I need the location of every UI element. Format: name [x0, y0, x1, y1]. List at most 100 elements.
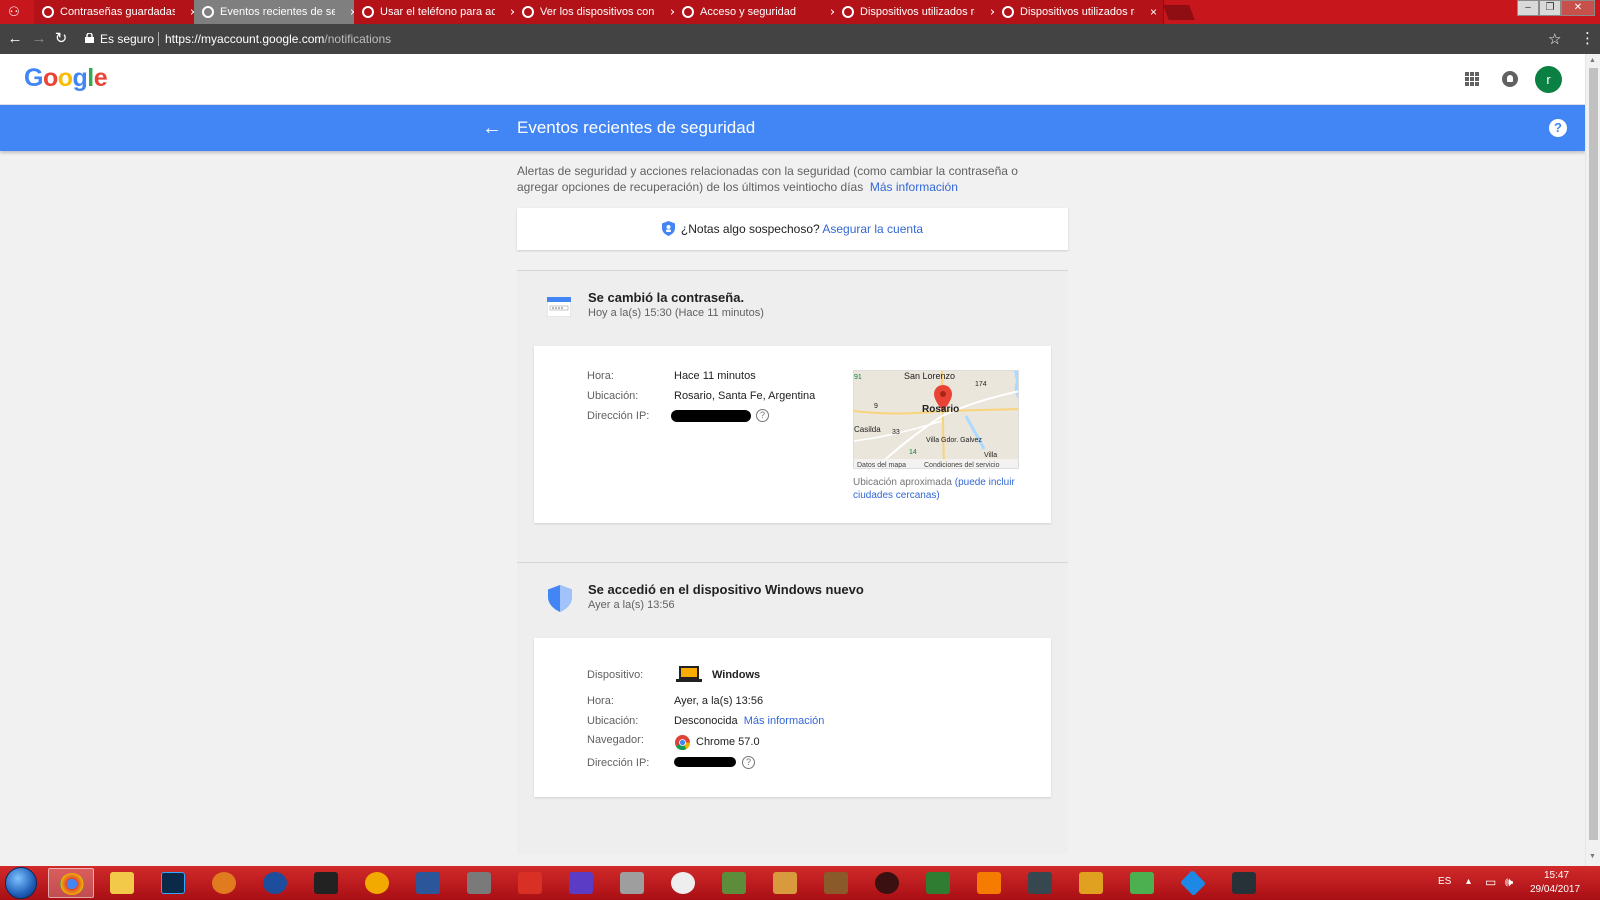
- taskbar-file-explorer[interactable]: [99, 868, 145, 898]
- taskbar-app-purple[interactable]: [558, 868, 604, 898]
- ip-help-icon[interactable]: ?: [756, 409, 769, 422]
- device-label: Dispositivo:: [587, 669, 644, 681]
- event-password-changed[interactable]: Se cambió la contraseña. Hoy a la(s) 15:…: [517, 270, 1068, 562]
- tab-access-security[interactable]: Acceso y seguridad ×: [674, 0, 844, 24]
- device-link[interactable]: Windows: [712, 669, 760, 681]
- map-label: San Lorenzo: [904, 371, 955, 381]
- clock-time[interactable]: 15:47: [1544, 870, 1569, 881]
- taskbar-app-dark[interactable]: [1017, 868, 1063, 898]
- account-avatar[interactable]: r: [1535, 66, 1562, 93]
- network-icon[interactable]: ▭: [1485, 875, 1496, 889]
- tab-use-phone[interactable]: Usar el teléfono para acc ×: [354, 0, 524, 24]
- minimize-button[interactable]: –: [1517, 0, 1539, 16]
- time-label: Hora:: [587, 695, 614, 707]
- taskbar-app-orange[interactable]: [966, 868, 1012, 898]
- scroll-up-icon[interactable]: ▲: [1589, 57, 1596, 64]
- taskbar-app-plane[interactable]: [456, 868, 502, 898]
- scroll-thumb[interactable]: [1589, 68, 1598, 840]
- windows-taskbar: ES ▴ ▭ 🕪 15:47 29/04/2017: [0, 866, 1600, 900]
- tab-devices-used-2[interactable]: Dispositivos utilizados re ×: [994, 0, 1164, 24]
- page-scrollbar[interactable]: ▲ ▼: [1585, 54, 1600, 866]
- page-title-bar: ← Eventos recientes de seguridad ?: [0, 105, 1585, 151]
- address-bar[interactable]: https://myaccount.google.com/notificatio…: [165, 32, 391, 46]
- taskbar-game-1[interactable]: [762, 868, 808, 898]
- event-details-card: Hora: Hace 11 minutos Ubicación: Rosario…: [534, 346, 1051, 523]
- clock-date[interactable]: 29/04/2017: [1530, 884, 1580, 895]
- show-hidden-icons[interactable]: ▴: [1466, 876, 1471, 887]
- url-path: /notifications: [324, 32, 392, 46]
- location-more-info-link[interactable]: Más información: [744, 715, 825, 727]
- notifications-bell-icon[interactable]: [1502, 71, 1518, 87]
- scroll-down-icon[interactable]: ▼: [1589, 853, 1596, 860]
- google-apps-grid-icon[interactable]: [1465, 72, 1479, 86]
- taskbar-word[interactable]: [405, 868, 451, 898]
- taskbar-gmail[interactable]: [507, 868, 553, 898]
- back-icon[interactable]: ←: [6, 30, 24, 48]
- taskbar-audio-app[interactable]: [354, 868, 400, 898]
- map-label: Casilda: [854, 425, 881, 434]
- volume-icon[interactable]: 🕪: [1505, 874, 1513, 890]
- redacted-ip: [674, 757, 736, 767]
- google-favicon-icon: [1002, 6, 1014, 18]
- page-title: Eventos recientes de seguridad: [517, 118, 756, 137]
- google-favicon-icon: [202, 6, 214, 18]
- back-arrow-icon[interactable]: ←: [482, 116, 502, 140]
- taskbar-app-soccer[interactable]: [660, 868, 706, 898]
- taskbar-media-player[interactable]: [201, 868, 247, 898]
- taskbar-gta-v[interactable]: [1119, 868, 1165, 898]
- event-new-device-signin[interactable]: Se accedió en el dispositivo Windows nue…: [517, 562, 1068, 854]
- forward-icon[interactable]: →: [30, 30, 48, 48]
- windows-start-button[interactable]: [5, 867, 37, 899]
- location-map[interactable]: San Lorenzo Rosario Casilda Villa Gdor. …: [853, 370, 1019, 469]
- tab-recent-security-events[interactable]: Eventos recientes de seg ×: [194, 0, 364, 24]
- taskbar-app-green[interactable]: [915, 868, 961, 898]
- taskbar-app-robot[interactable]: [609, 868, 655, 898]
- bookmark-star-icon[interactable]: ☆: [1548, 30, 1561, 48]
- time-value: Ayer, a la(s) 13:56: [674, 695, 764, 707]
- help-icon[interactable]: ?: [1549, 119, 1567, 137]
- taskbar-app-screen[interactable]: [1221, 868, 1267, 898]
- google-favicon-icon: [842, 6, 854, 18]
- tab-close-icon[interactable]: ×: [1150, 0, 1157, 24]
- more-info-link[interactable]: Más información: [870, 180, 958, 194]
- ip-help-icon[interactable]: ?: [742, 756, 755, 769]
- close-window-button[interactable]: ✕: [1561, 0, 1595, 16]
- chrome-logo-icon: [675, 735, 690, 750]
- event-title: Se cambió la contraseña.: [588, 290, 745, 305]
- password-form-icon: [547, 297, 571, 317]
- security-shield-icon: [548, 585, 572, 612]
- maximize-button[interactable]: ❐: [1539, 0, 1561, 16]
- taskbar-game-2[interactable]: [813, 868, 859, 898]
- incognito-icon: ⚇: [8, 4, 20, 19]
- tab-view-devices[interactable]: Ver los dispositivos con ×: [514, 0, 684, 24]
- event-title: Se accedió en el dispositivo Windows nue…: [588, 582, 864, 597]
- event-details-card: Dispositivo: Windows Hora: Ayer, a la(s)…: [534, 638, 1051, 797]
- google-favicon-icon: [42, 6, 54, 18]
- taskbar-raft[interactable]: [864, 868, 910, 898]
- taskbar-chrome[interactable]: [48, 868, 94, 898]
- reload-icon[interactable]: ↻: [52, 30, 70, 48]
- taskbar-photoshop[interactable]: [150, 868, 196, 898]
- language-indicator[interactable]: ES: [1438, 876, 1451, 887]
- google-favicon-icon: [682, 6, 694, 18]
- taskbar-app-diamond[interactable]: [1170, 868, 1216, 898]
- taskbar-video-editor[interactable]: [303, 868, 349, 898]
- map-label: Villa: [984, 452, 997, 459]
- taskbar-game-3[interactable]: [1068, 868, 1114, 898]
- browser-tab-strip: ⚇ Contraseñas guardadas × Eventos recien…: [0, 0, 1600, 24]
- map-label: 91: [854, 374, 862, 381]
- google-logo[interactable]: Google: [24, 64, 108, 93]
- map-label: 33: [892, 429, 900, 436]
- tab-devices-used-1[interactable]: Dispositivos utilizados re ×: [834, 0, 1004, 24]
- chrome-menu-icon[interactable]: ⋮: [1580, 29, 1595, 47]
- lock-icon: [85, 33, 94, 43]
- taskbar-minecraft[interactable]: [711, 868, 757, 898]
- tab-saved-passwords[interactable]: Contraseñas guardadas ×: [34, 0, 204, 24]
- secure-account-link[interactable]: Asegurar la cuenta: [822, 222, 923, 236]
- new-tab-button[interactable]: [1163, 5, 1195, 20]
- map-data-link: Datos del mapa: [857, 462, 906, 469]
- browser-value: Chrome 57.0: [696, 736, 760, 748]
- taskbar-app-lightning[interactable]: [252, 868, 298, 898]
- browser-toolbar: ← → ↻ Es seguro https://myaccount.google…: [0, 24, 1600, 54]
- secure-label[interactable]: Es seguro: [100, 32, 154, 46]
